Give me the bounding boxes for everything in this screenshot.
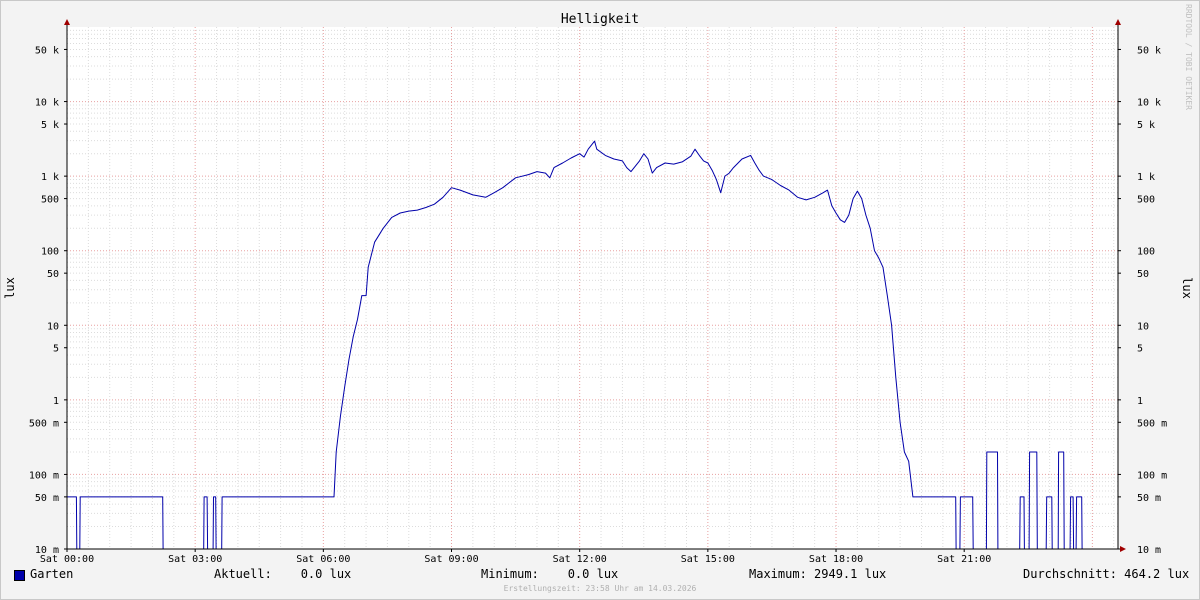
- y-tick-label: 100 m: [1137, 470, 1167, 481]
- legend-average: Durchschnitt: 464.2 lux: [1023, 567, 1190, 581]
- legend-maximum: Maximum: 2949.1 lux: [749, 567, 887, 581]
- y-tick-label: 100 m: [29, 470, 59, 481]
- x-tick-label: Sat 21:00: [937, 554, 991, 565]
- x-tick-label: Sat 09:00: [424, 554, 478, 565]
- y-tick-label: 1: [53, 396, 59, 407]
- y-tick-label: 5 k: [41, 120, 59, 131]
- y-tick-label: 10 k: [35, 98, 59, 109]
- legend-swatch: [14, 570, 25, 581]
- y-tick-label: 1 k: [41, 172, 59, 183]
- chart-title: Helligkeit: [561, 12, 639, 27]
- y-tick-label: 50: [1137, 269, 1149, 280]
- y-tick-label: 10 k: [1137, 98, 1161, 109]
- x-tick-label: Sat 00:00: [40, 554, 94, 565]
- y-tick-label: 100: [41, 247, 59, 258]
- rrdtool-credit: RRDTOOL / TOBI OETIKER: [1184, 4, 1193, 110]
- y-tick-label: 50 k: [1137, 45, 1161, 56]
- x-tick-label: Sat 12:00: [553, 554, 607, 565]
- legend-minimum: Minimum: 0.0 lux: [481, 567, 619, 581]
- legend-series-name: Garten: [30, 567, 74, 581]
- creation-time: Erstellungszeit: 23:58 Uhr am 14.03.2026: [503, 584, 697, 593]
- x-tick-label: Sat 03:00: [168, 554, 222, 565]
- y-axis-right-arrow: [1115, 19, 1121, 25]
- brightness-chart: 50 k 10 k 5 k 1 k 500 100 50 10 5 1 500 m 100 m 50 m…: [3, 12, 1194, 565]
- y-tick-label: 500: [41, 195, 59, 206]
- x-tick-label: Sat 15:00: [681, 554, 735, 565]
- y-tick-label: 5 k: [1137, 120, 1155, 131]
- y-tick-label: 1 k: [1137, 172, 1155, 183]
- y-tick-label: 50 m: [1137, 493, 1161, 504]
- legend-current: Aktuell: 0.0 lux: [214, 567, 352, 581]
- x-tick-label: Sat 18:00: [809, 554, 863, 565]
- y-tick-label: 500 m: [1137, 418, 1167, 429]
- y-tick-label: 500 m: [29, 418, 59, 429]
- y-tick-label: 5: [53, 344, 59, 355]
- y-axis-label-right: lux: [1180, 277, 1194, 299]
- y-tick-label: 50 k: [35, 45, 59, 56]
- y-tick-label: 10: [47, 321, 59, 332]
- y-axis-label-left: lux: [3, 277, 17, 299]
- x-ticks: Sat 00:00 Sat 03:00 Sat 06:00 Sat 09:00 Sat …: [40, 549, 991, 565]
- y-tick-label: 50: [47, 269, 59, 280]
- y-tick-label: 50 m: [35, 493, 59, 504]
- x-axis-arrow: [1120, 546, 1126, 552]
- y-tick-label: 1: [1137, 396, 1143, 407]
- y-tick-label: 5: [1137, 344, 1143, 355]
- y-tick-label: 100: [1137, 247, 1155, 258]
- y-tick-label: 500: [1137, 195, 1155, 206]
- y-ticks-right: 50 k 10 k 5 k 1 k 500 100 50 10 5 1 500 m 100 m 50 m…: [1118, 45, 1167, 556]
- x-tick-label: Sat 06:00: [296, 554, 350, 565]
- y-tick-label: 10: [1137, 321, 1149, 332]
- y-ticks-left: 50 k 10 k 5 k 1 k 500 100 50 10 5 1 500 m 100 m 50 m…: [29, 45, 67, 556]
- y-axis-left-arrow: [64, 19, 70, 25]
- y-tick-label: 10 m: [1137, 545, 1161, 556]
